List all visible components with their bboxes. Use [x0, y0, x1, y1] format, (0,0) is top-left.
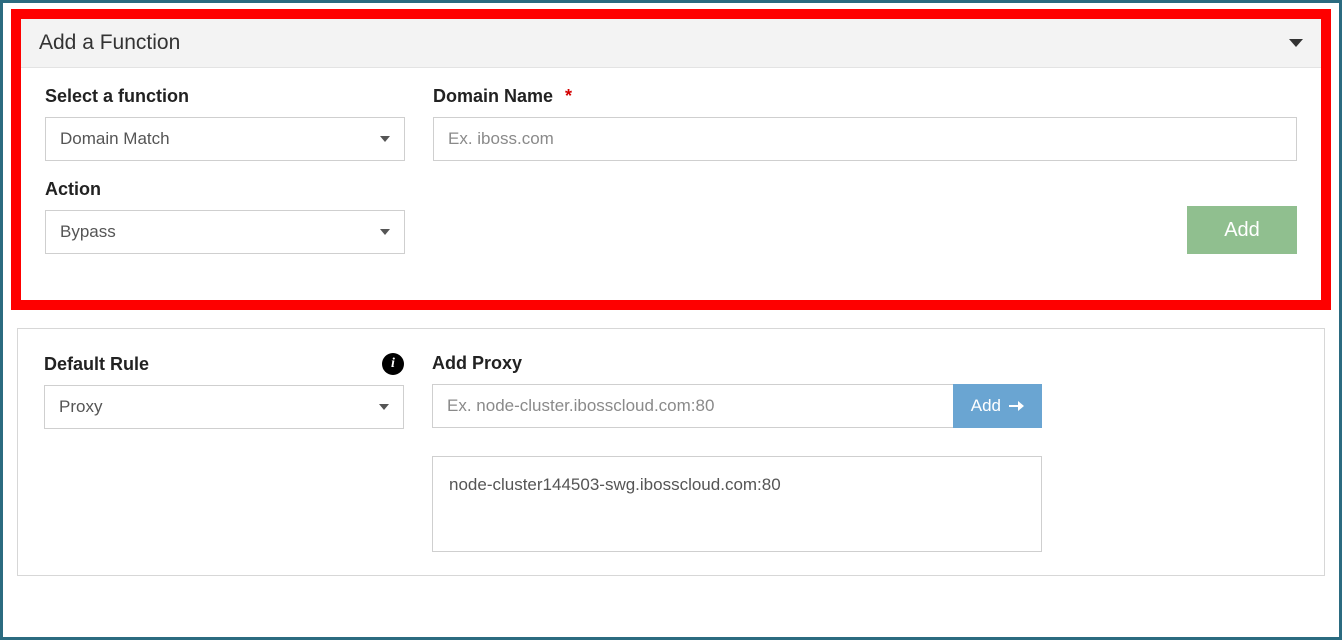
proxy-list[interactable]: node-cluster144503-swg.ibosscloud.com:80: [432, 456, 1042, 552]
add-function-title: Add a Function: [39, 31, 180, 55]
proxy-panel: Default Rule i Proxy Add Proxy Add: [17, 328, 1325, 576]
add-function-body: Select a function Domain Match Domain Na…: [21, 68, 1321, 300]
add-proxy-input[interactable]: [432, 384, 953, 428]
add-function-panel: Add a Function Select a function Domain …: [11, 9, 1331, 310]
domain-name-label: Domain Name *: [433, 86, 1297, 107]
required-asterisk: *: [565, 86, 572, 107]
domain-name-label-text: Domain Name: [433, 86, 553, 107]
default-rule-value: Proxy: [59, 397, 102, 417]
row-default-proxy: Default Rule i Proxy Add Proxy Add: [44, 353, 1298, 552]
action-dropdown[interactable]: Bypass: [45, 210, 405, 254]
chevron-down-icon: [380, 229, 390, 235]
proxy-list-item[interactable]: node-cluster144503-swg.ibosscloud.com:80: [449, 475, 1025, 495]
default-rule-field: Default Rule i Proxy: [44, 353, 404, 429]
domain-name-input[interactable]: [433, 117, 1297, 161]
page-container: Add a Function Select a function Domain …: [0, 0, 1342, 640]
add-proxy-field: Add Proxy Add node-cluster144503-swg.ibo…: [432, 353, 1042, 552]
chevron-down-icon: [380, 136, 390, 142]
action-value: Bypass: [60, 222, 116, 242]
row-action: Action Bypass Add: [45, 179, 1297, 254]
select-function-value: Domain Match: [60, 129, 170, 149]
add-proxy-button[interactable]: Add: [953, 384, 1042, 428]
select-function-dropdown[interactable]: Domain Match: [45, 117, 405, 161]
add-proxy-input-group: Add: [432, 384, 1042, 428]
add-proxy-label: Add Proxy: [432, 353, 1042, 374]
chevron-down-icon: [379, 404, 389, 410]
add-proxy-button-label: Add: [971, 396, 1001, 416]
select-function-label: Select a function: [45, 86, 405, 107]
arrow-right-icon: [1009, 399, 1024, 413]
select-function-field: Select a function Domain Match: [45, 86, 405, 161]
add-function-header[interactable]: Add a Function: [21, 19, 1321, 68]
domain-name-field: Domain Name *: [433, 86, 1297, 161]
default-rule-label-row: Default Rule i: [44, 353, 404, 375]
row-function-domain: Select a function Domain Match Domain Na…: [45, 86, 1297, 161]
add-function-button[interactable]: Add: [1187, 206, 1297, 254]
default-rule-label: Default Rule: [44, 354, 149, 375]
collapse-caret-icon: [1289, 39, 1303, 47]
action-label: Action: [45, 179, 405, 200]
info-icon[interactable]: i: [382, 353, 404, 375]
action-field: Action Bypass: [45, 179, 405, 254]
default-rule-dropdown[interactable]: Proxy: [44, 385, 404, 429]
